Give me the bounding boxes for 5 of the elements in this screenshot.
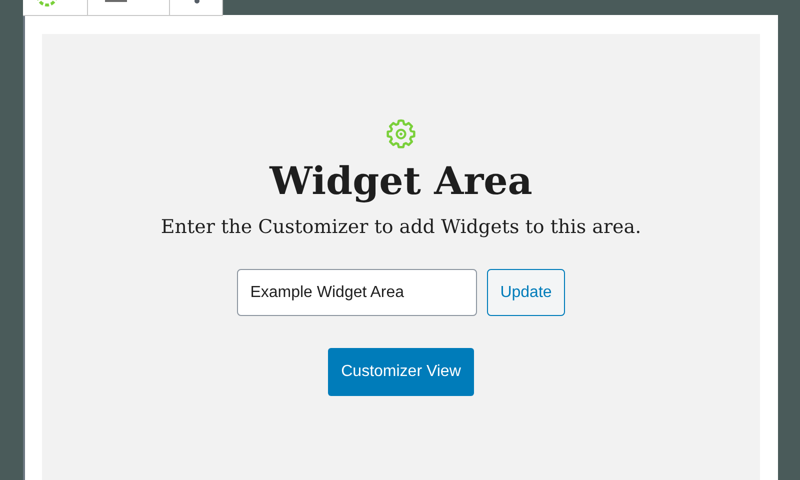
widget-title: Widget Area — [270, 157, 532, 205]
area-name-field[interactable]: Example Widget Area — [237, 269, 478, 316]
widget-description: Enter the Customizer to add Widgets to this area. — [160, 215, 642, 240]
customizer-view-button[interactable]: Customizer View — [328, 348, 474, 396]
update-button[interactable]: Update — [487, 269, 565, 316]
